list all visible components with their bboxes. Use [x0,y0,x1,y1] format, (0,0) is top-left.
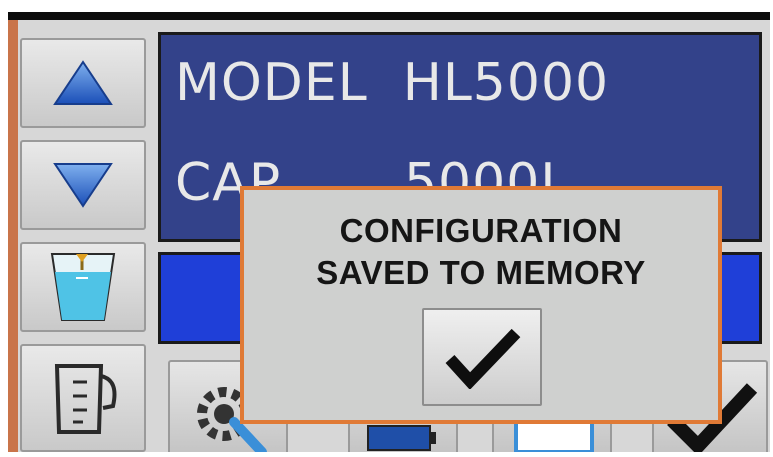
tank-level-button[interactable] [20,242,146,332]
side-border [8,20,18,452]
screen-frame: MODEL HL5000 CAP 5000L CONFIGURATION SAV… [8,20,770,452]
dialog-message-line2: SAVED TO MEMORY [316,254,646,291]
model-line: MODEL HL5000 [175,53,610,113]
scroll-up-button[interactable] [20,38,146,128]
measuring-jug-icon [54,364,117,434]
device-screen: MODEL HL5000 CAP 5000L CONFIGURATION SAV… [8,12,770,452]
measure-button[interactable] [20,344,146,452]
ok-button[interactable] [422,308,542,406]
checkmark-icon [445,328,521,389]
scroll-down-button[interactable] [20,140,146,230]
arrow-down-icon [53,163,113,208]
dialog-message-line1: CONFIGURATION [339,212,623,249]
arrow-up-icon [53,60,113,105]
tank-level-icon [50,253,116,321]
saved-dialog: CONFIGURATION SAVED TO MEMORY [240,186,722,424]
